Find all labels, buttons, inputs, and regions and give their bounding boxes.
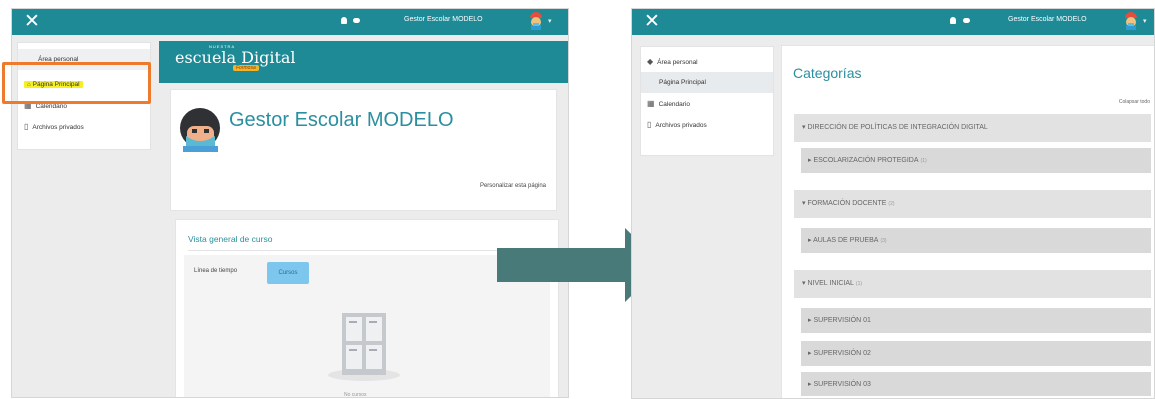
subcategory-row[interactable]: ▸ ESCOLARIZACIÓN PROTEGIDA (1) — [801, 148, 1151, 173]
subcategory-row[interactable]: ▸ SUPERVISIÓN 01 — [801, 308, 1151, 333]
close-drawer-icon[interactable]: ✕ — [24, 11, 40, 33]
file-icon: ▯ — [24, 122, 29, 131]
notification-bell-icon[interactable] — [341, 17, 347, 24]
user-menu-caret-icon[interactable]: ▾ — [548, 17, 552, 25]
course-overview-divider — [188, 250, 546, 251]
customize-page-button[interactable]: Personalizar esta página — [480, 183, 546, 189]
dashboard-icon: ◆ — [647, 57, 654, 66]
profile-header-card: Gestor Escolar MODELO Personalizar esta … — [170, 89, 557, 211]
empty-courses-icon — [328, 313, 400, 381]
empty-courses-text: No cursos — [344, 392, 367, 398]
nav-drawer: ◆ Área personal Página Principal ▦ Calenda… — [640, 46, 774, 156]
subcategory-row[interactable]: ▸ AULAS DE PRUEBA (3) — [801, 228, 1151, 253]
user-avatar-icon[interactable] — [527, 12, 545, 30]
page-title: Categorías — [793, 65, 862, 81]
tab-timeline[interactable]: Línea de tiempo — [194, 268, 237, 274]
course-overview-body: Línea de tiempo Cursos No cursos — [184, 255, 550, 398]
file-icon: ▯ — [647, 120, 652, 129]
course-overview-title: Vista general de curso — [188, 234, 273, 244]
nav-area-personal[interactable]: ◆ Área personal — [641, 51, 773, 72]
collapse-all-link[interactable]: Colapsar todo — [1119, 99, 1150, 105]
nav-pagina-principal[interactable]: Página Principal — [641, 72, 773, 93]
user-name[interactable]: Gestor Escolar MODELO — [1008, 16, 1087, 23]
top-navbar: ✕ Gestor Escolar MODELO ▾ — [12, 9, 568, 35]
nav-archivos-privados[interactable]: ▯ Archivos privados — [641, 114, 773, 135]
site-header-banner: NUESTRA escuela Digital Formosa — [159, 41, 568, 83]
profile-avatar-icon — [180, 108, 220, 152]
subcategory-row[interactable]: ▸ SUPERVISIÓN 02 — [801, 341, 1151, 366]
tab-courses[interactable]: Cursos — [267, 262, 309, 284]
subcategory-row[interactable]: ▸ SUPERVISIÓN 03 — [801, 372, 1151, 396]
highlight-callout-box — [2, 62, 151, 104]
nav-calendario[interactable]: ▦ Calendario — [641, 93, 773, 114]
site-logo[interactable]: NUESTRA escuela Digital Formosa — [175, 44, 296, 71]
user-avatar-icon[interactable] — [1122, 12, 1140, 30]
user-name[interactable]: Gestor Escolar MODELO — [404, 16, 483, 23]
message-icon[interactable] — [963, 18, 970, 23]
category-row[interactable]: ▾ DIRECCIÓN DE POLÍTICAS DE INTEGRACIÓN … — [794, 114, 1151, 142]
top-navbar: ✕ Gestor Escolar MODELO ▾ — [632, 9, 1154, 35]
message-icon[interactable] — [353, 18, 360, 23]
user-menu-caret-icon[interactable]: ▾ — [1143, 17, 1147, 25]
profile-name: Gestor Escolar MODELO — [229, 109, 454, 131]
calendar-icon: ▦ — [647, 99, 655, 108]
close-drawer-icon[interactable]: ✕ — [644, 11, 660, 33]
nav-archivos-privados[interactable]: ▯ Archivos privados — [18, 116, 150, 137]
notification-bell-icon[interactable] — [950, 17, 956, 24]
category-row[interactable]: ▾ FORMACIÓN DOCENTE (2) — [794, 190, 1151, 218]
category-row[interactable]: ▾ NIVEL INICIAL (1) — [794, 270, 1151, 298]
